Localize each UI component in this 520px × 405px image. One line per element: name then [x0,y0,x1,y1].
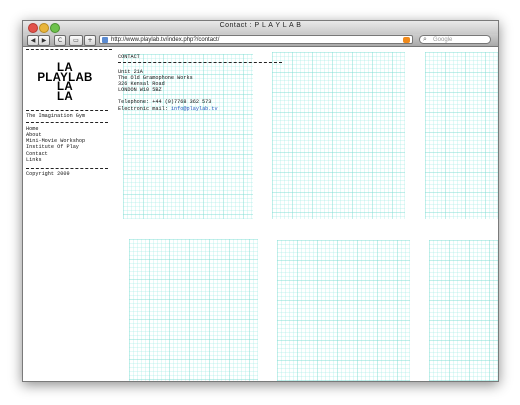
graph-paper-tile [425,52,498,219]
address-text: http://www.playlab.tv/index.php?/contact… [111,37,220,43]
title-bar: Contact : P L A Y L A B [23,21,498,34]
add-bookmark-button[interactable]: ▭ [69,35,83,46]
graph-paper-tile [429,240,498,381]
browser-toolbar: ◀ ▶ C ▭ + http://www.playlab.tv/index.ph… [23,34,498,47]
tagline: The Imagination Gym [26,113,86,119]
address-line: LONDON W10 5BZ [118,87,162,94]
divider [26,167,108,169]
search-field[interactable]: ⌕ Google [419,35,491,44]
nav-item-links[interactable]: Links [26,157,112,163]
divider [26,122,108,124]
address-block: Unit 21A The Old Gramophone Works 326 Ke… [118,69,318,93]
search-icon: ⌕ [423,36,427,43]
email-row: Electronic mail: info@playlab.tv [118,106,318,112]
divider [26,110,108,111]
reload-button[interactable]: C [54,35,66,46]
contact-content: CONTACT Unit 21A The Old Gramophone Work… [118,54,318,112]
sidebar: LA PLAYLAB LA LA The Imagination Gym Hom… [26,49,112,177]
site-favicon-icon [102,37,108,43]
search-placeholder: Google [433,37,453,43]
new-tab-button[interactable]: + [84,35,96,46]
copyright: Copyright 2009 [26,170,70,177]
rss-icon[interactable] [403,37,410,43]
divider [118,62,282,64]
email-label: Electronic mail: [118,105,168,112]
divider [26,49,112,50]
forward-button[interactable]: ▶ [38,35,50,46]
email-link[interactable]: info@playlab.tv [171,106,218,112]
graph-paper-tile [277,240,410,381]
web-page: LA PLAYLAB LA LA The Imagination Gym Hom… [23,47,498,381]
address-bar[interactable]: http://www.playlab.tv/index.php?/contact… [99,35,413,44]
window-title: Contact : P L A Y L A B [219,22,302,29]
site-nav: Home About Mini-Movie Workshop Institute… [26,126,112,163]
page-heading: CONTACT [118,54,140,60]
graph-paper-tile [129,239,258,381]
browser-window: Contact : P L A Y L A B ◀ ▶ C ▭ + http:/… [22,20,499,382]
logo[interactable]: LA PLAYLAB LA LA [36,63,94,102]
